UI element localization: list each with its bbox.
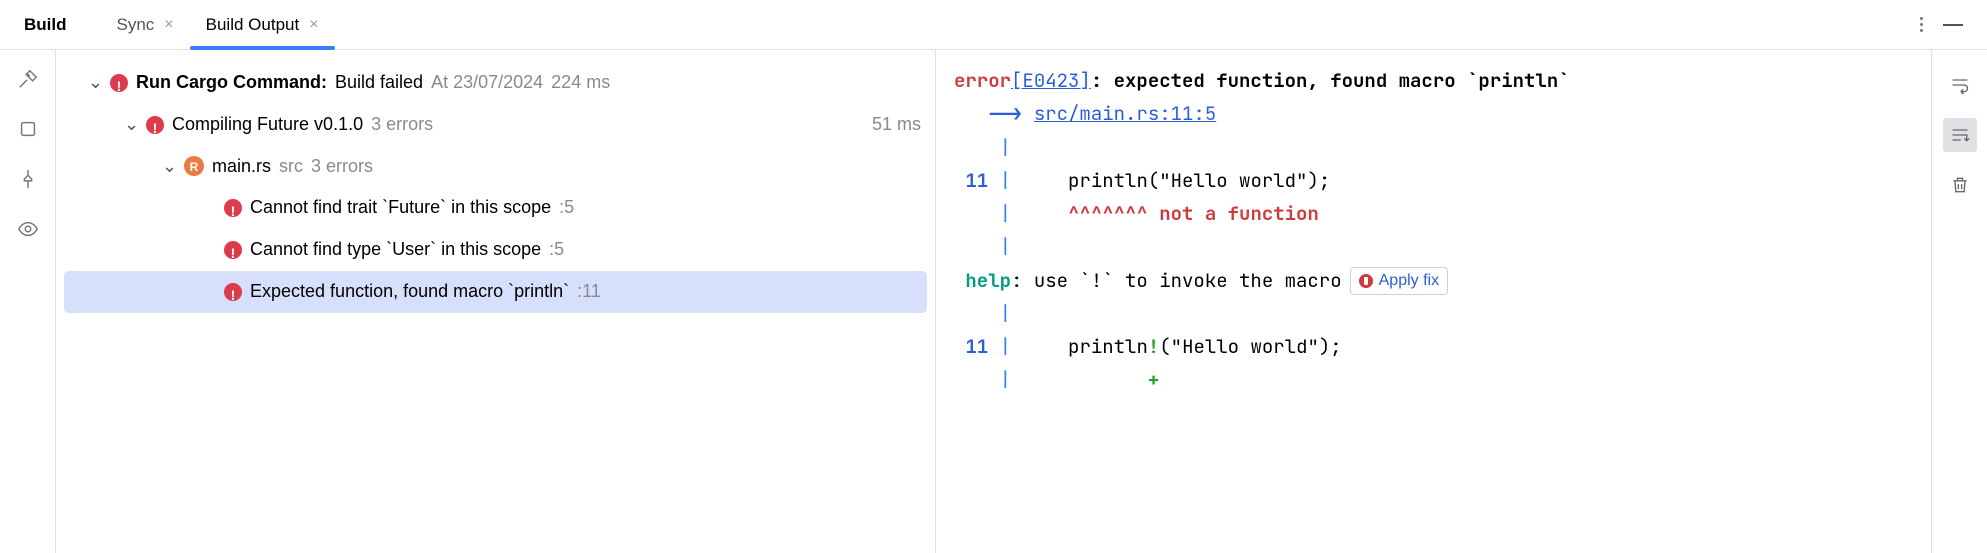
pin-icon[interactable] (17, 168, 39, 190)
tree-root-status: Build failed (335, 64, 423, 102)
tree-file[interactable]: ⌄ main.rs src 3 errors (64, 146, 927, 188)
help-message: : use `!` to invoke the macro (1011, 268, 1342, 293)
gutter-bar: | (1000, 135, 1011, 160)
tree-root-title: Run Cargo Command: (136, 64, 327, 102)
minimize-icon[interactable] (1943, 24, 1963, 26)
stop-icon[interactable] (17, 118, 39, 140)
tree-error-loc: :11 (577, 273, 601, 311)
gutter-bar: | (1000, 334, 1011, 359)
tab-label: Sync (117, 15, 155, 35)
help-label: help (965, 268, 1011, 293)
tab-build-output[interactable]: Build Output × (190, 0, 335, 49)
close-icon[interactable]: × (309, 16, 318, 34)
tree-root-date: At 23/07/2024 (431, 64, 543, 102)
apply-fix-button[interactable]: Apply fix (1350, 267, 1448, 295)
error-icon (110, 74, 128, 92)
left-toolbar (0, 50, 56, 553)
tree-file-name: main.rs (212, 148, 271, 186)
build-tree: ⌄ Run Cargo Command: Build failed At 23/… (56, 50, 936, 553)
apply-fix-label: Apply fix (1379, 267, 1439, 295)
right-toolbar (1931, 50, 1987, 553)
gutter-bar: | (1000, 168, 1011, 193)
error-icon (146, 116, 164, 134)
tree-error-text: Cannot find trait `Future` in this scope (250, 189, 551, 227)
gutter-bar: | (1000, 234, 1011, 259)
tree-error-item[interactable]: Expected function, found macro `println`… (64, 271, 927, 313)
soft-wrap-icon[interactable] (1943, 68, 1977, 102)
chevron-down-icon[interactable]: ⌄ (88, 64, 102, 102)
hammer-icon[interactable] (17, 68, 39, 90)
gutter-bar: | (1000, 301, 1011, 326)
fix-code-post: ("Hello world"); (1159, 334, 1341, 359)
close-icon[interactable]: × (164, 16, 173, 34)
fix-bang: ! (1148, 334, 1159, 359)
gutter-bar: | (1000, 201, 1011, 226)
error-icon (224, 199, 242, 217)
fix-plus: + (1148, 367, 1159, 392)
compiler-output: error[E0423]: expected function, found m… (936, 50, 1931, 553)
trash-icon[interactable] (1943, 168, 1977, 202)
tree-compile[interactable]: ⌄ Compiling Future v0.1.0 3 errors 51 ms (64, 104, 927, 146)
error-icon (224, 241, 242, 259)
line-number: 11 (965, 334, 988, 359)
tree-root[interactable]: ⌄ Run Cargo Command: Build failed At 23/… (64, 62, 927, 104)
caret-message: not a function (1159, 201, 1319, 226)
tree-error-item[interactable]: Cannot find trait `Future` in this scope… (64, 187, 927, 229)
error-code-link[interactable]: [E0423] (1011, 68, 1091, 93)
titlebar: Build Sync × Build Output × (0, 0, 1987, 50)
tree-compile-duration: 51 ms (872, 106, 921, 144)
eye-icon[interactable] (17, 218, 39, 240)
tree-error-text: Expected function, found macro `println` (250, 273, 569, 311)
tree-file-errors: 3 errors (311, 148, 373, 186)
panel-title: Build (10, 15, 81, 35)
tree-compile-errors: 3 errors (371, 106, 433, 144)
tabs: Sync × Build Output × (101, 0, 335, 49)
fix-code-pre: println (1068, 334, 1148, 359)
tree-file-path: src (279, 148, 303, 186)
arrow: --> (988, 101, 1022, 126)
tree-root-duration: 224 ms (551, 64, 610, 102)
chevron-down-icon[interactable]: ⌄ (124, 106, 138, 144)
error-label: error (954, 68, 1011, 93)
tree-error-item[interactable]: Cannot find type `User` in this scope :5 (64, 229, 927, 271)
tree-error-loc: :5 (549, 231, 564, 269)
tab-sync[interactable]: Sync × (101, 0, 190, 49)
chevron-down-icon[interactable]: ⌄ (162, 148, 176, 186)
error-message: : expected function, found macro `printl… (1091, 68, 1570, 93)
file-link[interactable]: src/main.rs:11:5 (1034, 101, 1216, 126)
tree-compile-label: Compiling Future v0.1.0 (172, 106, 363, 144)
gutter-bar: | (1000, 367, 1011, 392)
rust-file-icon (184, 156, 204, 176)
line-number: 11 (965, 168, 988, 193)
tree-error-text: Cannot find type `User` in this scope (250, 231, 541, 269)
tree-error-loc: :5 (559, 189, 574, 227)
code-line: println("Hello world"); (1068, 168, 1330, 193)
scroll-to-end-icon[interactable] (1943, 118, 1977, 152)
tab-label: Build Output (206, 15, 300, 35)
bulb-icon (1359, 274, 1373, 288)
kebab-menu-icon[interactable] (1920, 17, 1923, 32)
error-icon (224, 283, 242, 301)
caret: ^^^^^^^ (1068, 201, 1148, 226)
